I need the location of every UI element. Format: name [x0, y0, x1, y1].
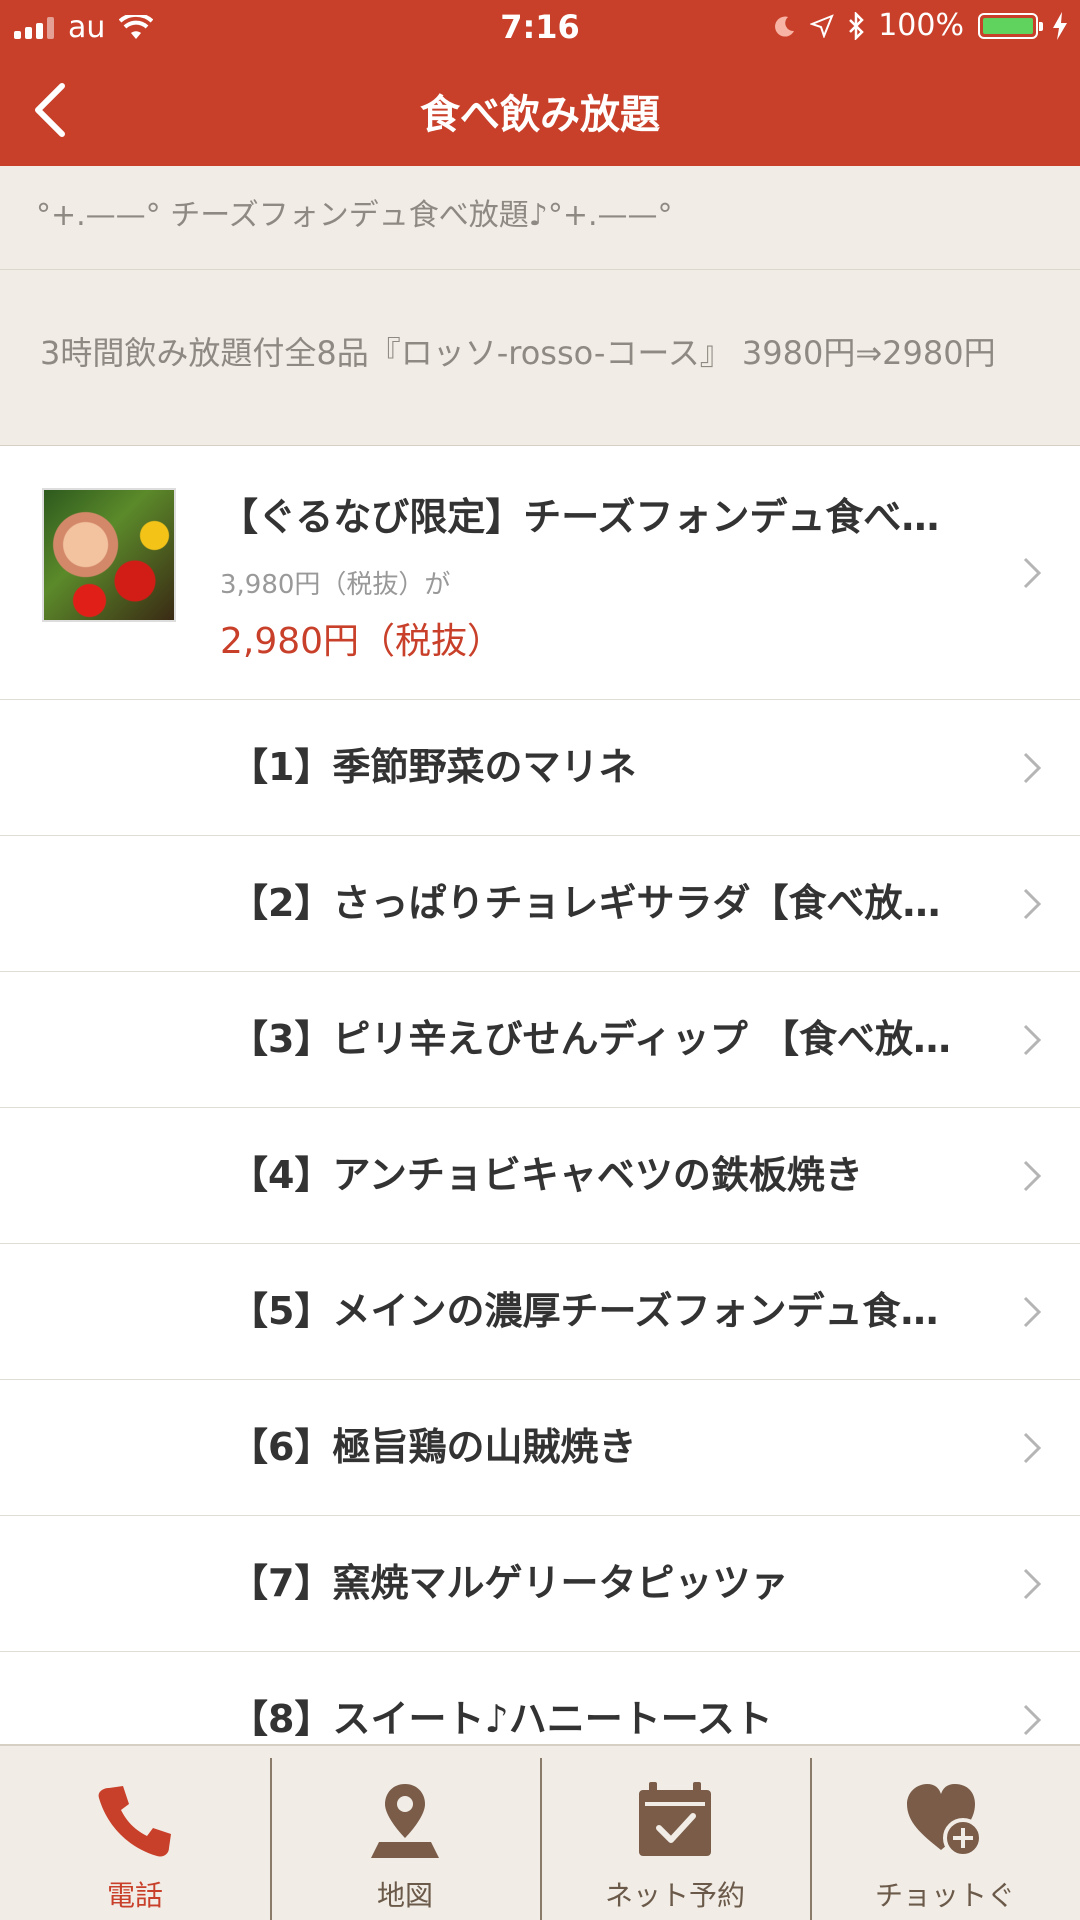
chevron-right-icon [1023, 1160, 1042, 1192]
app-header: au 7:16 100% 食べ飲み放題 [0, 0, 1080, 166]
tab-label: チョットぐ [874, 1879, 1015, 1912]
plan-row[interactable]: 【ぐるなび限定】チーズフォンデュ食べ飲み放題 3,980円（税抜）が 2,980… [0, 446, 1080, 700]
tab-chottogu[interactable]: チョットぐ [810, 1746, 1080, 1920]
location-arrow-icon [810, 13, 835, 38]
chevron-right-icon [1023, 1432, 1042, 1464]
chevron-right-icon [1023, 557, 1042, 589]
tab-label: 電話 [106, 1879, 163, 1912]
chevron-right-icon [1023, 1568, 1042, 1600]
list-item[interactable]: 【1】季節野菜のマリネ [0, 700, 1080, 836]
list-item[interactable]: 【6】極旨鶏の山賊焼き [0, 1380, 1080, 1516]
list-item[interactable]: 【5】メインの濃厚チーズフォンデュ食べ放題 [0, 1244, 1080, 1380]
chevron-right-icon [1023, 1296, 1042, 1328]
status-right: 100% [774, 8, 1068, 43]
list-item[interactable]: 【3】ピリ辛えびせんディップ 【食べ放題】 [0, 972, 1080, 1108]
plan-original-price: 3,980円（税抜）が [220, 570, 451, 600]
plan-name: 【ぐるなび限定】チーズフォンデュ食べ飲み放題 [220, 495, 970, 539]
tab-label: ネット予約 [604, 1879, 745, 1912]
bottom-tab-bar: 電話 地図 ネット予約 チョットぐ [0, 1744, 1080, 1920]
status-bar: au 7:16 100% [0, 0, 1080, 54]
chevron-right-icon [1023, 888, 1042, 920]
list-item[interactable]: 【2】さっぱりチョレギサラダ【食べ放題】 [0, 836, 1080, 972]
list-item[interactable]: 【7】窯焼マルゲリータピッツァ [0, 1516, 1080, 1652]
plan-sale-price: 2,980円（税抜） [220, 621, 504, 662]
list-item[interactable]: 【4】アンチョビキャベツの鉄板焼き [0, 1108, 1080, 1244]
list-item-label: 【5】メインの濃厚チーズフォンデュ食べ放題 [230, 1289, 975, 1333]
calendar-check-icon [639, 1782, 711, 1856]
list-item-label: 【2】さっぱりチョレギサラダ【食べ放題】 [230, 881, 975, 925]
list-item-label: 【6】極旨鶏の山賊焼き [230, 1425, 637, 1469]
heart-plus-icon [907, 1784, 983, 1858]
map-pin-icon [371, 1784, 439, 1858]
tab-net-reservation[interactable]: ネット予約 [540, 1746, 810, 1920]
page-title: 食べ飲み放題 [420, 92, 660, 138]
tab-map[interactable]: 地図 [270, 1746, 540, 1920]
tab-label: 地図 [376, 1879, 433, 1912]
course-title: 3時間飲み放題付全8品『ロッソ-rosso-コース』 3980円⇒2980円 [0, 270, 1080, 446]
battery-icon [978, 12, 1043, 39]
list-item-label: 【3】ピリ辛えびせんディップ 【食べ放題】 [230, 1017, 975, 1061]
battery-percent: 100% [878, 8, 964, 43]
list-item-label: 【7】窯焼マルゲリータピッツァ [230, 1561, 789, 1605]
chevron-right-icon [1023, 752, 1042, 784]
list-item-label: 【1】季節野菜のマリネ [230, 745, 637, 789]
plan-thumbnail [42, 488, 176, 622]
bluetooth-icon [849, 11, 864, 40]
phone-icon [98, 1786, 171, 1857]
tab-phone[interactable]: 電話 [0, 1746, 270, 1920]
list-item-label: 【4】アンチョビキャベツの鉄板焼き [230, 1153, 863, 1197]
moon-icon [775, 16, 795, 37]
charging-bolt-icon [1053, 11, 1067, 40]
chevron-right-icon [1023, 1024, 1042, 1056]
chevron-right-icon [1023, 1704, 1042, 1736]
tagline: °+.——° チーズフォンデュ食べ放題♪°+.——° [0, 166, 1080, 270]
